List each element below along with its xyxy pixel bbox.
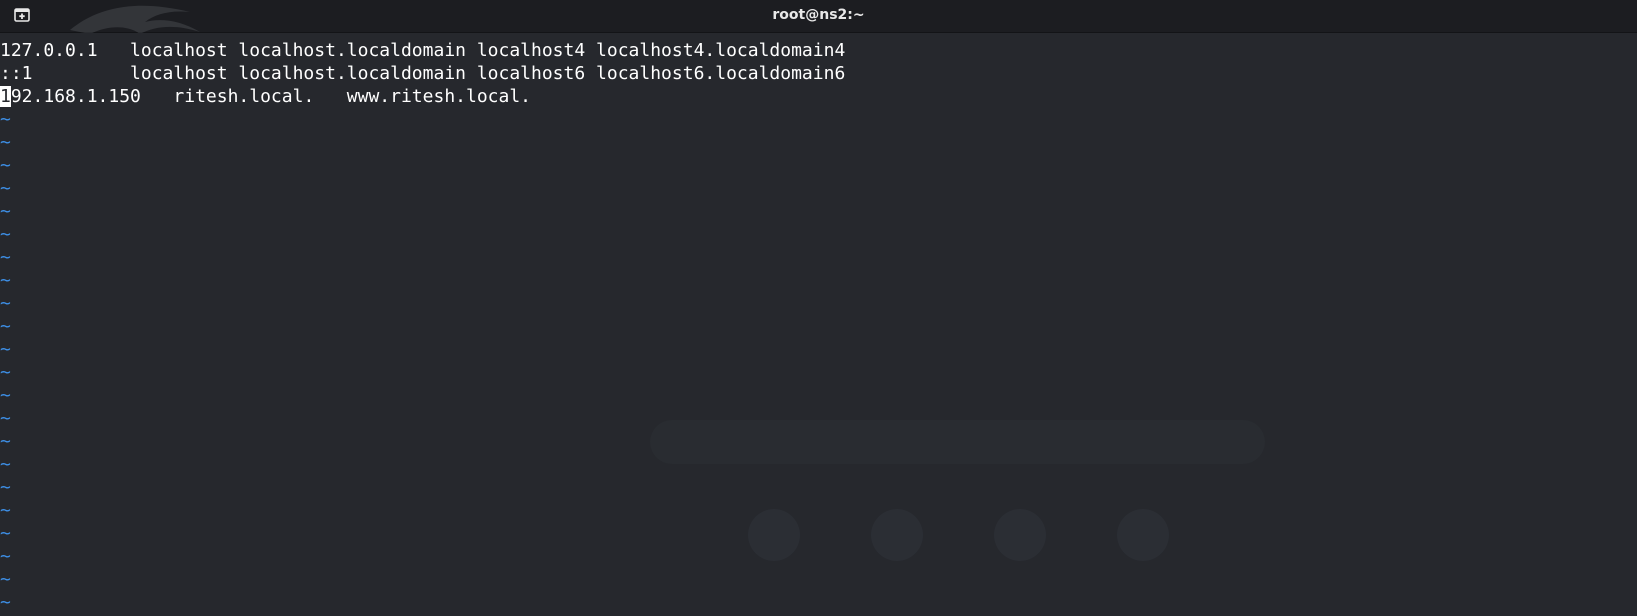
editor-buffer[interactable]: 127.0.0.1 localhost localhost.localdomai… [0, 39, 845, 614]
empty-line-marker: ~ [0, 224, 11, 245]
empty-line-marker: ~ [0, 155, 11, 176]
empty-line-marker: ~ [0, 247, 11, 268]
empty-line-marker: ~ [0, 339, 11, 360]
empty-line-marker: ~ [0, 569, 11, 590]
text-cursor: 1 [0, 86, 11, 107]
empty-line-marker: ~ [0, 316, 11, 337]
buffer-line: ::1 localhost localhost.localdomain loca… [0, 63, 846, 84]
terminal-view[interactable]: 127.0.0.1 localhost localhost.localdomai… [0, 33, 1637, 616]
title-bar: root@ns2:~ [0, 0, 1637, 34]
empty-line-marker: ~ [0, 546, 11, 567]
empty-line-marker: ~ [0, 454, 11, 475]
empty-line-markers: ~ ~ ~ ~ ~ ~ ~ ~ ~ ~ ~ ~ ~ ~ ~ ~ ~ ~ ~ ~ ~ ~ [0, 108, 845, 614]
empty-line-marker: ~ [0, 592, 11, 613]
background-tile [1117, 509, 1169, 561]
empty-line-marker: ~ [0, 431, 11, 452]
empty-line-marker: ~ [0, 270, 11, 291]
empty-line-marker: ~ [0, 385, 11, 406]
empty-line-marker: ~ [0, 293, 11, 314]
buffer-line-current: 192.168.1.150 ritesh.local. www.ritesh.l… [0, 85, 845, 108]
empty-line-marker: ~ [0, 109, 11, 130]
empty-line-marker: ~ [0, 362, 11, 383]
empty-line-marker: ~ [0, 500, 11, 521]
background-tile [994, 509, 1046, 561]
empty-line-marker: ~ [0, 132, 11, 153]
empty-line-marker: ~ [0, 408, 11, 429]
buffer-line: 127.0.0.1 localhost localhost.localdomai… [0, 40, 846, 61]
empty-line-marker: ~ [0, 477, 11, 498]
empty-line-marker: ~ [0, 201, 11, 222]
window-title: root@ns2:~ [772, 7, 865, 23]
empty-line-marker: ~ [0, 178, 11, 199]
background-tile [871, 509, 923, 561]
buffer-line-text: 92.168.1.150 ritesh.local. www.ritesh.lo… [10, 86, 532, 107]
empty-line-marker: ~ [0, 523, 11, 544]
